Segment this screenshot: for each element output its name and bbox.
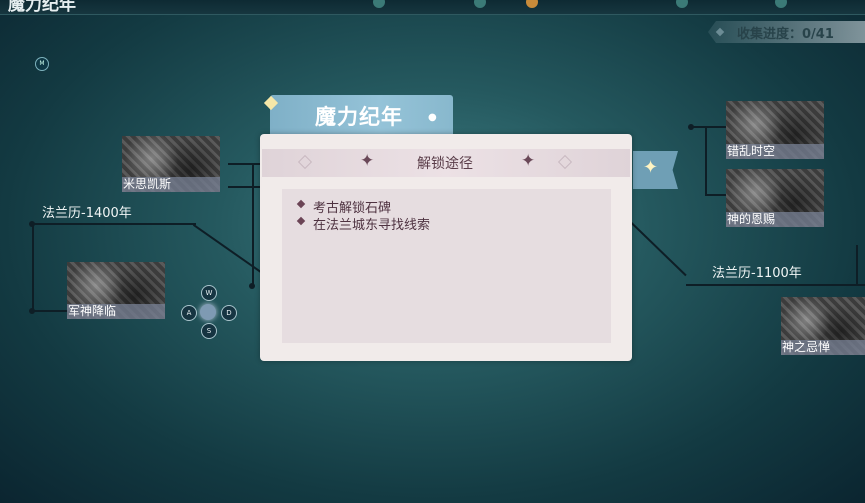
collection-progress: 收集进度：0/41 bbox=[737, 27, 834, 42]
event-card-cuoluan[interactable]: 错乱时空 bbox=[726, 101, 824, 159]
timeline-line bbox=[228, 163, 260, 165]
event-label: 米思凯斯 bbox=[122, 177, 220, 192]
panel-title: 解锁途径 bbox=[417, 156, 473, 172]
timeline-dot bbox=[29, 308, 35, 314]
timeline-line bbox=[228, 186, 260, 188]
timeline-line bbox=[630, 222, 687, 277]
timeline-dot bbox=[29, 221, 35, 227]
era-label-right: 法兰历-1100年 bbox=[712, 266, 802, 281]
top-tab-icon[interactable] bbox=[775, 0, 787, 8]
top-tab-icon[interactable] bbox=[373, 0, 385, 8]
map-badge-icon[interactable]: M bbox=[35, 57, 49, 71]
timeline-line bbox=[32, 223, 195, 225]
event-card-shenji[interactable]: 神之忌惮 bbox=[781, 297, 865, 355]
star-icon: ✦ bbox=[643, 157, 659, 178]
era-label-left: 法兰历-1400年 bbox=[42, 206, 132, 221]
timeline-line bbox=[705, 194, 726, 196]
timeline-line bbox=[691, 126, 726, 128]
top-tab-icon[interactable] bbox=[526, 0, 538, 8]
event-card-junshen[interactable]: 军神降临 bbox=[67, 262, 165, 319]
timeline-dot bbox=[688, 124, 694, 130]
dpad-center-icon bbox=[200, 304, 216, 320]
window-title: 魔力纪年 bbox=[8, 0, 76, 15]
event-card-shenen[interactable]: 神的恩赐 bbox=[726, 169, 824, 227]
wasd-control-pad[interactable]: W A D S bbox=[181, 285, 237, 340]
star-ornament-icon: ✦ bbox=[521, 151, 536, 171]
event-card-misikaisi[interactable]: 米思凯斯 bbox=[122, 136, 220, 192]
timeline-line bbox=[32, 223, 34, 311]
timeline-line bbox=[856, 245, 858, 285]
top-tab-icon[interactable] bbox=[676, 0, 688, 8]
key-s[interactable]: S bbox=[201, 323, 217, 339]
timeline-line bbox=[705, 126, 707, 196]
era-ribbon-title: 魔力纪年 bbox=[315, 105, 403, 129]
unlock-method-item: 在法兰城东寻找线索 bbox=[313, 218, 431, 233]
event-label: 军神降临 bbox=[67, 304, 165, 319]
top-tab-icon[interactable] bbox=[474, 0, 486, 8]
key-d[interactable]: D bbox=[221, 305, 237, 321]
timeline-dot bbox=[249, 283, 255, 289]
key-a[interactable]: A bbox=[181, 305, 197, 321]
ribbon-dot-icon: ● bbox=[428, 112, 437, 123]
timeline-line bbox=[32, 310, 67, 312]
event-label: 神的恩赐 bbox=[726, 212, 824, 227]
timeline-line bbox=[686, 284, 865, 286]
key-w[interactable]: W bbox=[201, 285, 217, 301]
event-label: 神之忌惮 bbox=[781, 340, 865, 355]
top-bar: 魔力纪年 bbox=[0, 0, 865, 15]
timeline-line bbox=[252, 163, 254, 285]
event-label: 错乱时空 bbox=[726, 144, 824, 159]
star-ornament-icon: ✦ bbox=[360, 151, 375, 171]
